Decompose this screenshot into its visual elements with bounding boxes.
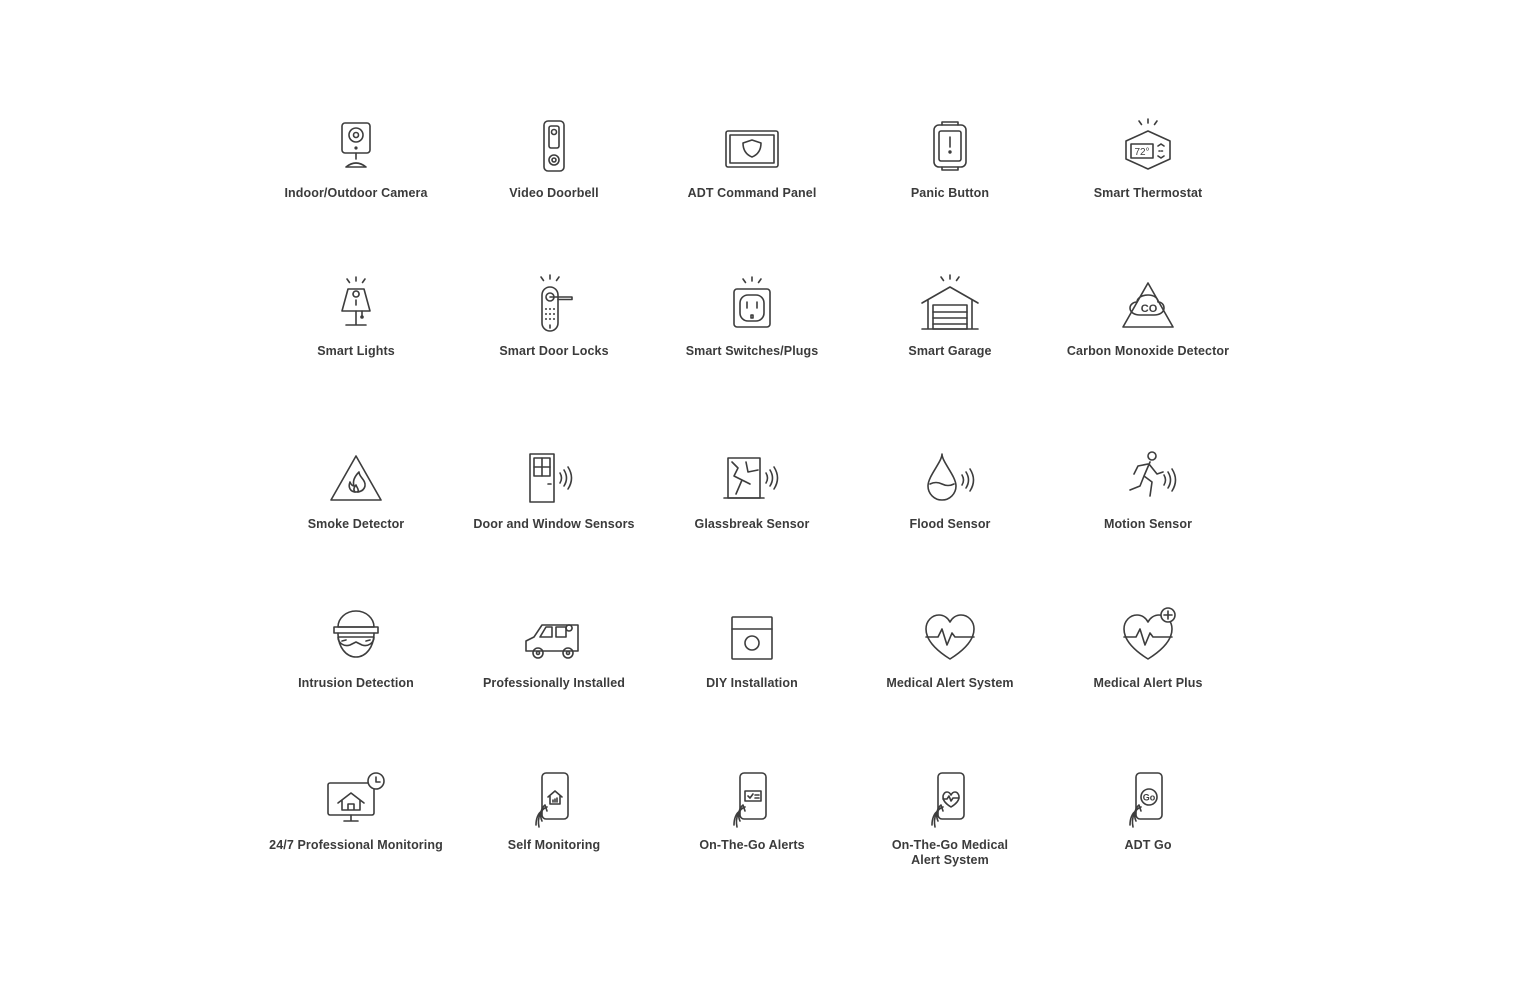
door-window-sensor-icon xyxy=(518,446,590,508)
feature-item: Smoke Detector xyxy=(261,446,451,532)
svg-text:CO: CO xyxy=(1141,303,1158,315)
feature-item: Motion Sensor xyxy=(1053,446,1243,532)
feature-label: Smoke Detector xyxy=(307,517,405,531)
feature-item: DIY Installation xyxy=(657,605,847,691)
feature-item: CO Carbon Monoxide Detector xyxy=(1053,273,1243,359)
thermostat-icon: 72° xyxy=(1112,115,1184,177)
feature-item: Intrusion Detection xyxy=(261,605,451,691)
feature-icon-grid: Indoor/Outdoor Camera Video Doorbell ADT C… xyxy=(0,0,1523,982)
svg-text:Go: Go xyxy=(1143,793,1156,803)
feature-label: Smart Thermostat xyxy=(1093,186,1203,200)
feature-label: Motion Sensor xyxy=(1103,517,1193,531)
feature-label: Smart Lights xyxy=(317,344,395,358)
running-person-icon xyxy=(1112,446,1184,508)
door-lock-icon xyxy=(518,273,590,335)
feature-label: Glassbreak Sensor xyxy=(694,517,810,531)
command-panel-icon xyxy=(716,115,788,177)
doorbell-icon xyxy=(518,115,590,177)
feature-item: Door and Window Sensors xyxy=(459,446,649,532)
feature-label: Carbon Monoxide Detector xyxy=(1066,344,1230,358)
feature-label: ADT Command Panel xyxy=(687,186,817,200)
feature-item: Self Monitoring xyxy=(459,767,649,853)
feature-item: ADT Command Panel xyxy=(657,115,847,201)
feature-label: Door and Window Sensors xyxy=(473,517,635,531)
phone-alert-icon xyxy=(716,767,788,829)
feature-label: DIY Installation xyxy=(706,676,798,690)
heartbeat-plus-icon xyxy=(1112,605,1184,667)
feature-item: Medical Alert Plus xyxy=(1053,605,1243,691)
fire-warning-icon xyxy=(320,446,392,508)
feature-label: 24/7 Professional Monitoring xyxy=(269,838,443,852)
feature-label: Professionally Installed xyxy=(482,676,626,690)
feature-label: Self Monitoring xyxy=(507,838,601,852)
feature-label: Medical Alert Plus xyxy=(1093,676,1203,690)
feature-item: Go ADT Go xyxy=(1053,767,1243,853)
feature-label: Panic Button xyxy=(910,186,990,200)
feature-label: On-The-Go Medical Alert System xyxy=(891,838,1009,867)
panic-button-icon xyxy=(914,115,986,177)
feature-item: Smart Door Locks xyxy=(459,273,649,359)
feature-label: Video Doorbell xyxy=(509,186,599,200)
feature-item: 72° Smart Thermostat xyxy=(1053,115,1243,201)
van-icon xyxy=(518,605,590,667)
feature-item: Flood Sensor xyxy=(855,446,1045,532)
glassbreak-icon xyxy=(716,446,788,508)
feature-item: On-The-Go Medical Alert System xyxy=(855,767,1045,868)
camera-icon xyxy=(320,115,392,177)
heartbeat-icon xyxy=(914,605,986,667)
feature-item: Panic Button xyxy=(855,115,1045,201)
feature-item: Glassbreak Sensor xyxy=(657,446,847,532)
phone-heart-icon xyxy=(914,767,986,829)
feature-item: 24/7 Professional Monitoring xyxy=(261,767,451,853)
feature-label: Flood Sensor xyxy=(909,517,991,531)
feature-label: Indoor/Outdoor Camera xyxy=(284,186,428,200)
monitor-clock-icon xyxy=(320,767,392,829)
phone-go-icon: Go xyxy=(1112,767,1184,829)
feature-item: Smart Garage xyxy=(855,273,1045,359)
feature-item: Professionally Installed xyxy=(459,605,649,691)
feature-item: Smart Switches/Plugs xyxy=(657,273,847,359)
outlet-icon xyxy=(716,273,788,335)
svg-text:72°: 72° xyxy=(1134,147,1149,158)
water-drop-icon xyxy=(914,446,986,508)
feature-label: Smart Door Locks xyxy=(499,344,609,358)
phone-home-icon xyxy=(518,767,590,829)
feature-label: Smart Garage xyxy=(908,344,992,358)
box-icon xyxy=(716,605,788,667)
co-warning-icon: CO xyxy=(1112,273,1184,335)
burglar-icon xyxy=(320,605,392,667)
garage-icon xyxy=(914,273,986,335)
feature-item: Indoor/Outdoor Camera xyxy=(261,115,451,201)
feature-label: On-The-Go Alerts xyxy=(699,838,805,852)
lamp-icon xyxy=(320,273,392,335)
feature-label: Intrusion Detection xyxy=(298,676,414,690)
feature-item: Smart Lights xyxy=(261,273,451,359)
feature-item: Medical Alert System xyxy=(855,605,1045,691)
feature-label: Smart Switches/Plugs xyxy=(685,344,819,358)
feature-item: On-The-Go Alerts xyxy=(657,767,847,853)
feature-item: Video Doorbell xyxy=(459,115,649,201)
feature-label: ADT Go xyxy=(1124,838,1172,852)
feature-label: Medical Alert System xyxy=(886,676,1014,690)
